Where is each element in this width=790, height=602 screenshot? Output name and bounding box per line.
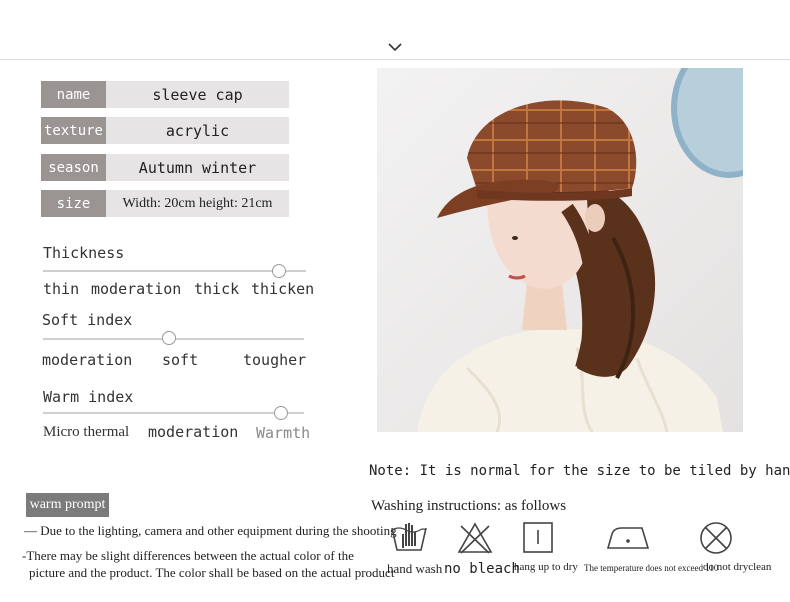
product-photo xyxy=(377,68,743,432)
warm-option: Warmth xyxy=(256,424,311,442)
spec-label: texture xyxy=(41,117,106,144)
warm-track xyxy=(43,412,304,414)
soft-option: tougher xyxy=(243,351,307,369)
divider xyxy=(0,59,790,60)
warm-prompt-text: — Due to the lighting, camera and other … xyxy=(24,523,397,538)
hand-wash-icon xyxy=(391,523,427,551)
care-label: The temperature does not exceed 110 xyxy=(584,563,719,573)
care-label: hang up to dry xyxy=(514,561,578,573)
thickness-track xyxy=(43,270,306,272)
warm-indicator xyxy=(274,406,288,420)
spec-row-season: season Autumn winter xyxy=(41,154,289,181)
spec-value: Autumn winter xyxy=(106,154,289,181)
thickness-option: thick xyxy=(194,280,240,298)
spec-row-name: name sleeve cap xyxy=(41,81,289,108)
soft-option: moderation xyxy=(42,351,133,369)
care-label: hand wash xyxy=(387,561,443,576)
soft-index-title: Soft index xyxy=(42,311,133,329)
thickness-indicator xyxy=(272,264,286,278)
spec-value: Width: 20cm height: 21cm xyxy=(106,190,289,217)
soft-option: soft xyxy=(162,351,199,369)
spec-label: season xyxy=(41,154,106,181)
thickness-option: thicken xyxy=(251,280,315,298)
warm-prompt-badge: warm prompt xyxy=(26,493,109,517)
warm-index-title: Warm index xyxy=(43,388,134,406)
thickness-option: moderation xyxy=(91,280,182,298)
thickness-option: thin xyxy=(43,280,80,298)
warm-prompt-text: -There may be slight differences between… xyxy=(22,548,354,563)
care-label: no bleach xyxy=(444,561,520,577)
chevron-down-icon[interactable] xyxy=(387,42,403,52)
washing-instructions-title: Washing instructions: as follows xyxy=(371,498,567,514)
no-dryclean-icon xyxy=(700,522,732,554)
hang-dry-icon xyxy=(523,522,553,553)
spec-value: sleeve cap xyxy=(106,81,289,108)
spec-label: name xyxy=(41,81,106,108)
spec-row-size: size Width: 20cm height: 21cm xyxy=(41,190,289,217)
iron-temperature-icon xyxy=(606,527,650,549)
warm-option: moderation xyxy=(148,423,239,441)
spec-label: size xyxy=(41,190,106,217)
thickness-title: Thickness xyxy=(43,244,125,262)
spec-row-texture: texture acrylic xyxy=(41,117,289,144)
spec-value: acrylic xyxy=(106,117,289,144)
no-bleach-icon xyxy=(457,522,493,554)
size-note: Note: It is normal for the size to be ti… xyxy=(369,463,790,479)
soft-indicator xyxy=(162,331,176,345)
warm-prompt-text: picture and the product. The color shall… xyxy=(29,565,395,580)
care-label: do not dryclean xyxy=(703,561,772,573)
warm-option: Micro thermal xyxy=(43,424,130,440)
